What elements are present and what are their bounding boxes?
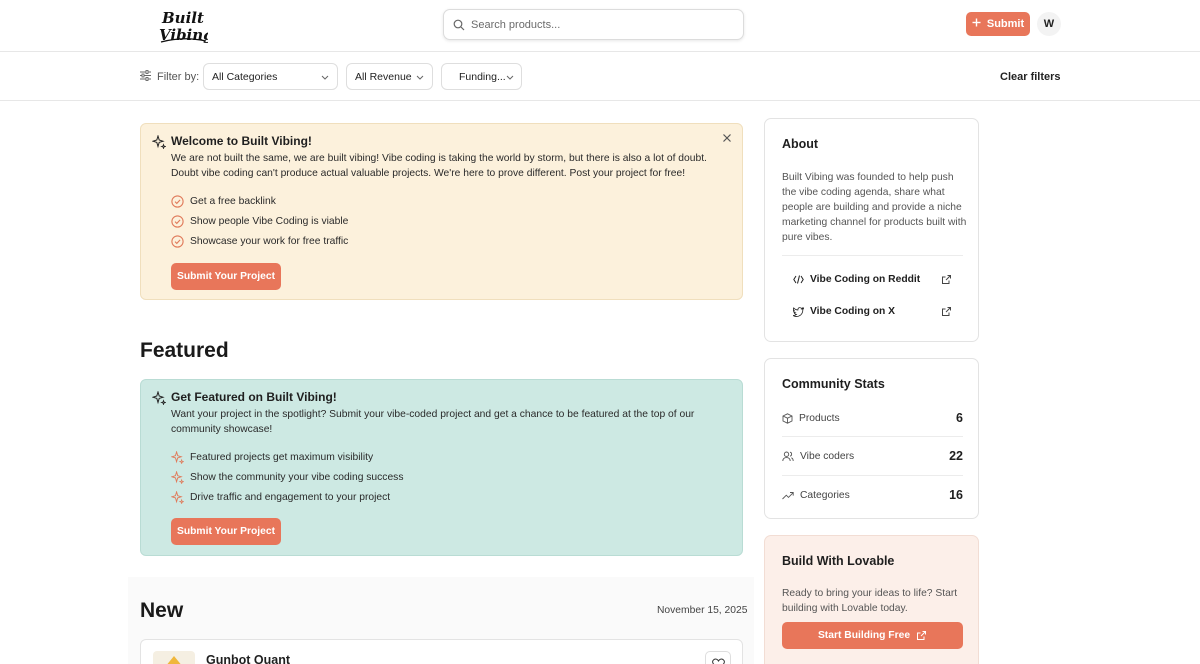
stat-label: Products (799, 412, 840, 424)
welcome-body: We are not built the same, we are built … (171, 153, 707, 179)
lovable-title: Build With Lovable (782, 554, 895, 568)
filter-bar: Filter by: All Categories All Revenue Fu… (0, 52, 1200, 101)
featured-body: Want your project in the spotlight? Subm… (171, 409, 695, 435)
check-circle-icon (171, 195, 184, 208)
welcome-bullet-text: Showcase your work for free traffic (190, 236, 349, 247)
lovable-text: Ready to bring your ideas to life? Start… (782, 588, 958, 614)
svg-text:Built: Built (161, 9, 204, 27)
stat-row-products: Products 6 (782, 408, 963, 428)
featured-bullet: Show the community your vibe coding succ… (171, 471, 403, 484)
twitter-icon (793, 306, 804, 317)
external-link-icon (917, 631, 927, 640)
filter-label: Filter by: (140, 70, 199, 84)
featured-bullet: Featured projects get maximum visibility (171, 451, 373, 464)
divider (782, 436, 963, 437)
featured-bullet: Drive traffic and engagement to your pro… (171, 491, 390, 504)
close-icon[interactable] (722, 133, 732, 143)
chevron-down-icon (506, 71, 514, 83)
welcome-bullet: Get a free backlink (171, 195, 276, 208)
stat-row-categories: Categories 16 (782, 485, 963, 505)
welcome-bullet-text: Show people Vibe Coding is viable (190, 216, 349, 227)
plus-icon (972, 18, 981, 30)
x-link-label: Vibe Coding on X (810, 306, 896, 317)
product-thumbnail (153, 651, 195, 664)
clear-filters-button[interactable]: Clear filters (1000, 71, 1061, 83)
reddit-link-label: Vibe Coding on Reddit (810, 274, 921, 285)
product-card[interactable]: Gunbot Quant (140, 639, 743, 664)
stat-label: Vibe coders (800, 450, 855, 462)
about-title: About (782, 137, 819, 151)
upvote-button[interactable] (705, 651, 731, 664)
product-name[interactable]: Gunbot Quant (206, 653, 290, 664)
sparkles-icon (171, 491, 184, 504)
stat-label: Categories (800, 489, 850, 501)
welcome-bullet: Show people Vibe Coding is viable (171, 215, 348, 228)
revenue-select-value: All Revenue (355, 70, 412, 83)
featured-heading: Featured (140, 339, 229, 362)
funding-select[interactable]: Funding... (441, 63, 522, 90)
search-icon (453, 19, 465, 31)
featured-bullet-text: Show the community your vibe coding succ… (190, 472, 404, 483)
revenue-select[interactable]: All Revenue (346, 63, 433, 90)
category-select[interactable]: All Categories (203, 63, 338, 90)
heart-icon (711, 658, 725, 664)
featured-title: Get Featured on Built Vibing! (171, 390, 337, 404)
trending-up-icon (782, 491, 794, 499)
x-link[interactable]: Vibe Coding on X (793, 306, 895, 317)
about-text: Built Vibing was founded to help push th… (782, 172, 967, 243)
stat-value: 16 (949, 488, 963, 502)
community-stats-panel: Community Stats Products 6 Vibe coders 2… (764, 358, 979, 519)
divider (782, 475, 963, 476)
package-icon (782, 412, 793, 424)
new-heading: New (140, 599, 184, 622)
sparkles-icon (152, 391, 166, 405)
chevron-down-icon (416, 71, 424, 83)
lovable-panel: Build With Lovable Ready to bring your i… (764, 535, 979, 664)
sliders-icon (140, 70, 151, 84)
sparkles-icon (171, 451, 184, 464)
search-input[interactable] (471, 18, 731, 31)
submit-project-button[interactable]: Submit Your Project (171, 263, 281, 290)
submit-button-label: Submit (986, 18, 1025, 30)
stat-value: 6 (956, 411, 963, 425)
funding-select-value: Funding... (459, 70, 506, 83)
check-circle-icon (171, 215, 184, 228)
welcome-bullet-text: Get a free backlink (190, 196, 276, 207)
featured-bullet-text: Drive traffic and engagement to your pro… (190, 492, 391, 503)
welcome-card: Welcome to Built Vibing! We are not buil… (140, 123, 743, 300)
divider (782, 255, 963, 256)
category-select-value: All Categories (212, 70, 278, 83)
stat-row-vibe-coders: Vibe coders 22 (782, 446, 963, 466)
user-avatar[interactable]: W (1037, 12, 1061, 36)
start-building-label: Start Building Free (817, 630, 911, 641)
stats-title: Community Stats (782, 377, 885, 391)
reddit-link[interactable]: Vibe Coding on Reddit (793, 274, 920, 285)
about-panel: About Built Vibing was founded to help p… (764, 118, 979, 342)
start-building-button[interactable]: Start Building Free (782, 622, 963, 649)
external-link-icon[interactable] (941, 274, 952, 285)
stat-value: 22 (949, 449, 963, 463)
top-header: Built Vibing Submit W (0, 0, 1200, 52)
sparkles-icon (171, 471, 184, 484)
site-logo[interactable]: Built Vibing (158, 6, 208, 44)
sparkles-icon (152, 135, 166, 149)
filter-label-text: Filter by: (157, 71, 200, 83)
new-date: November 15, 2025 (657, 605, 748, 616)
submit-button[interactable]: Submit (966, 12, 1030, 36)
external-link-icon[interactable] (941, 306, 952, 317)
featured-bullet-text: Featured projects get maximum visibility (190, 452, 374, 463)
check-circle-icon (171, 235, 184, 248)
submit-project-button[interactable]: Submit Your Project (171, 518, 281, 545)
chevron-down-icon (321, 71, 329, 83)
welcome-bullet: Showcase your work for free traffic (171, 235, 348, 248)
users-icon (782, 451, 794, 461)
featured-card: Get Featured on Built Vibing! Want your … (140, 379, 743, 556)
code-icon (793, 275, 804, 284)
search-bar[interactable] (443, 9, 744, 40)
welcome-title: Welcome to Built Vibing! (171, 134, 312, 148)
